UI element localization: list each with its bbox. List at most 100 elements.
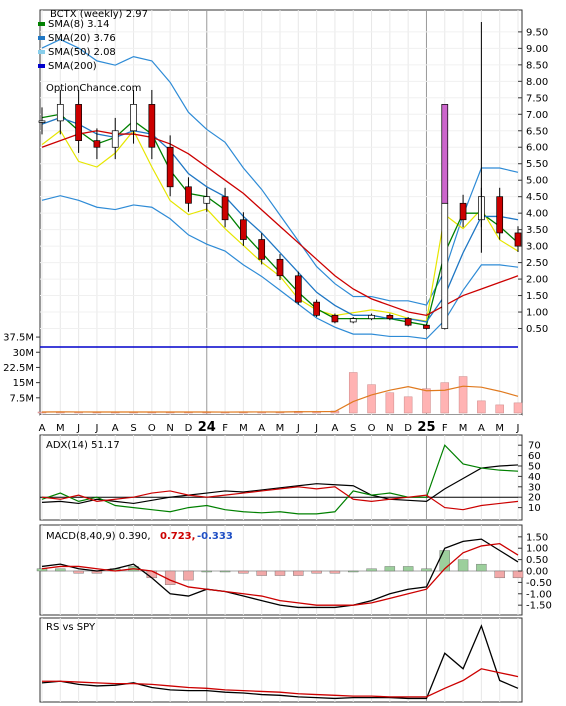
month-label: S <box>130 423 136 434</box>
volume-bar <box>422 388 431 414</box>
candle-body <box>258 239 266 260</box>
price-tick-label: 6.00 <box>526 143 548 154</box>
adx-tick-label: 10 <box>528 503 541 514</box>
month-label: M <box>56 423 65 434</box>
watermark: OptionChance.com <box>46 83 141 94</box>
candle-body <box>166 146 174 188</box>
candle-body <box>240 219 247 240</box>
month-label: A <box>112 423 119 434</box>
adx-tick-label: 60 <box>528 451 541 462</box>
price-tick-label: 7.00 <box>526 110 548 121</box>
macd-histogram-bar <box>256 570 267 576</box>
month-label: F <box>222 423 228 434</box>
macd-histogram-bar <box>348 570 359 573</box>
macd-histogram-bar <box>329 570 341 574</box>
candle-body <box>331 314 339 323</box>
volume-tick-label: 37.5M <box>3 333 34 344</box>
month-label: D <box>185 423 193 434</box>
volume-bar <box>495 404 504 414</box>
price-tick-label: 7.50 <box>526 93 548 104</box>
legend-swatch <box>38 22 45 26</box>
candle-body <box>349 318 357 323</box>
candle-body <box>75 104 82 142</box>
month-label: A <box>478 423 485 434</box>
legend-entry: SMA(20) 3.76 <box>48 33 116 44</box>
price-tick-label: 3.00 <box>526 242 548 253</box>
macd-histogram-bar <box>311 570 322 574</box>
month-label: N <box>166 423 173 434</box>
candle-body <box>38 120 46 123</box>
month-label: D <box>404 423 412 434</box>
macd-histogram-bar <box>494 570 505 579</box>
month-label: J <box>94 423 98 434</box>
macd-tick-label: 1.00 <box>526 544 548 555</box>
volume-bar <box>440 382 450 414</box>
month-label: A <box>39 423 46 434</box>
macd-histogram-bar <box>73 570 84 574</box>
macd-histogram-bar <box>55 568 66 572</box>
month-label: 25 <box>417 420 435 435</box>
macd-histogram-bar <box>421 568 432 572</box>
candle-body <box>130 104 137 132</box>
candle-body <box>221 196 229 221</box>
macd-histogram-bar <box>293 570 304 576</box>
month-label: O <box>148 423 156 434</box>
price-tick-label: 0.50 <box>526 324 548 335</box>
month-label: 24 <box>198 420 216 435</box>
month-label: M <box>239 423 248 434</box>
volume-bar <box>403 396 413 414</box>
month-label: M <box>459 423 468 434</box>
candle-body <box>56 104 64 122</box>
volume-tick-label: 30M <box>13 348 34 359</box>
candle-body <box>185 186 192 204</box>
macd-tick-label: 0.00 <box>526 567 548 578</box>
volume-bar <box>458 376 468 414</box>
chart-stage: 9.50 9.00 8.50 8.00 7.50 7.00 6.50 6.00 5.50 5.00… <box>0 0 566 706</box>
adx-tick-label: 30 <box>528 482 541 493</box>
legend-swatch <box>38 36 45 40</box>
month-label: S <box>350 423 356 434</box>
candle-body <box>441 104 449 204</box>
price-tick-label: 9.50 <box>526 27 548 38</box>
volume-bar <box>477 400 486 414</box>
candle-body <box>404 318 412 326</box>
candle-body <box>93 140 101 148</box>
legend-entry: SMA(50) 2.08 <box>48 47 116 58</box>
price-tick-label: 2.50 <box>526 258 548 269</box>
volume-tick-label: 15M <box>13 378 34 389</box>
macd-histogram-bar <box>201 570 212 573</box>
month-label: F <box>442 423 448 434</box>
legend-swatch <box>38 64 45 68</box>
adx-tick-label: 20 <box>528 493 541 504</box>
macd-value-signal: 0.723, <box>160 531 195 542</box>
macd-histogram-bar <box>238 570 249 574</box>
candle-body <box>294 275 302 303</box>
price-tick-label: 5.50 <box>526 159 548 170</box>
candle-body <box>386 314 394 319</box>
macd-histogram-bar <box>274 570 286 576</box>
adx-tick-label: 70 <box>528 441 541 452</box>
volume-bar <box>367 384 376 414</box>
month-label: J <box>76 423 80 434</box>
macd-tick-label: -0.50 <box>526 578 552 589</box>
adx-tick-label: 40 <box>528 472 541 483</box>
month-label: J <box>296 423 300 434</box>
macd-tick-label: 0.50 <box>526 555 548 566</box>
month-label: J <box>516 423 520 434</box>
candle-body <box>441 202 449 329</box>
macd-label: MACD(8,40,9) 0.390, <box>46 531 151 542</box>
macd-histogram-bar <box>512 570 524 579</box>
month-label: A <box>332 423 339 434</box>
candle-body <box>423 324 430 329</box>
macd-histogram-bar <box>384 566 396 572</box>
macd-histogram-bar <box>402 566 414 572</box>
candle-body <box>276 258 284 277</box>
macd-histogram-bar <box>476 563 487 572</box>
price-tick-label: 9.00 <box>526 44 548 55</box>
legend-entry: SMA(200) <box>48 61 97 72</box>
macd-histogram-bar <box>36 568 48 572</box>
candle-body <box>368 314 375 319</box>
volume-tick-label: 22.5M <box>3 363 34 374</box>
candle-body <box>111 130 119 148</box>
macd-histogram-bar <box>219 570 231 573</box>
